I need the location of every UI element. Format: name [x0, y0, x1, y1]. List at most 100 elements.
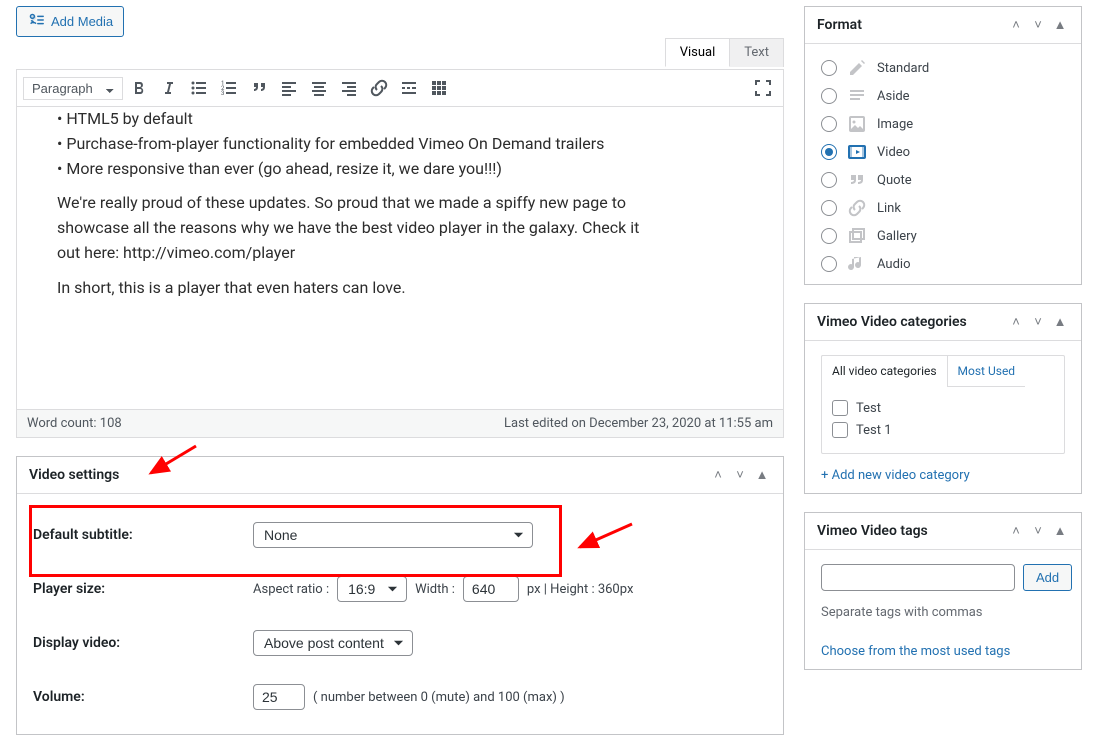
bold-button[interactable]	[125, 74, 153, 102]
category-checkbox[interactable]	[832, 422, 848, 438]
tab-all-categories[interactable]: All video categories	[821, 355, 948, 387]
align-right-button[interactable]	[335, 74, 363, 102]
tab-visual[interactable]: Visual	[665, 38, 731, 67]
panel-move-up-icon[interactable]: ˄	[1007, 523, 1025, 539]
format-label: Quote	[877, 173, 912, 188]
format-label: Audio	[877, 257, 910, 272]
editor-line: • Purchase-from-player functionality for…	[57, 132, 761, 157]
category-checkbox[interactable]	[832, 400, 848, 416]
panel-move-down-icon[interactable]: ˅	[1029, 314, 1047, 330]
tags-input[interactable]	[821, 564, 1015, 591]
numbered-list-button[interactable]: 123	[215, 74, 243, 102]
editor-toolbar: Paragraph 123	[17, 70, 783, 107]
volume-input[interactable]	[253, 684, 305, 710]
video-settings-title: Video settings	[29, 467, 709, 483]
audio-icon	[847, 254, 867, 274]
panel-collapse-icon[interactable]: ▲	[1051, 523, 1069, 539]
italic-button[interactable]	[155, 74, 183, 102]
tab-most-used[interactable]: Most Used	[948, 356, 1026, 387]
panel-move-up-icon[interactable]: ˄	[709, 467, 727, 483]
gallery-icon	[847, 226, 867, 246]
format-option-quote[interactable]: Quote	[821, 170, 1065, 190]
format-option-aside[interactable]: Aside	[821, 86, 1065, 106]
panel-move-up-icon[interactable]: ˄	[1007, 314, 1025, 330]
radio-aside[interactable]	[821, 88, 837, 104]
paragraph-select[interactable]: Paragraph	[23, 77, 123, 100]
panel-move-up-icon[interactable]: ˄	[1007, 17, 1025, 33]
tags-title: Vimeo Video tags	[817, 523, 1007, 539]
format-label: Video	[877, 145, 910, 160]
format-label: Standard	[877, 61, 929, 76]
aspect-ratio-select[interactable]: 16:9	[337, 576, 407, 602]
add-media-button[interactable]: Add Media	[16, 6, 124, 37]
format-label: Link	[877, 201, 901, 216]
radio-gallery[interactable]	[821, 228, 837, 244]
panel-collapse-icon[interactable]: ▲	[1051, 314, 1069, 330]
editor-body[interactable]: • HTML5 by default • Purchase-from-playe…	[17, 107, 783, 409]
panel-collapse-icon[interactable]: ▲	[753, 467, 771, 483]
fullscreen-button[interactable]	[749, 74, 777, 102]
add-category-link[interactable]: + Add new video category	[821, 468, 970, 483]
editor-para: In short, this is a player that even hat…	[57, 276, 761, 301]
video-icon	[847, 142, 867, 162]
last-edited: Last edited on December 23, 2020 at 11:5…	[504, 416, 773, 431]
volume-label: Volume:	[33, 689, 253, 705]
format-title: Format	[817, 17, 1007, 33]
categories-title: Vimeo Video categories	[817, 314, 1007, 330]
toolbar-toggle-button[interactable]	[425, 74, 453, 102]
width-label: Width :	[415, 582, 455, 597]
radio-image[interactable]	[821, 116, 837, 132]
height-text: px | Height : 360px	[527, 582, 634, 597]
editor-line: • More responsive than ever (go ahead, r…	[57, 157, 761, 182]
tab-text[interactable]: Text	[729, 38, 784, 67]
default-subtitle-label: Default subtitle:	[33, 527, 253, 543]
panel-move-down-icon[interactable]: ˅	[731, 467, 749, 483]
radio-audio[interactable]	[821, 256, 837, 272]
radio-link[interactable]	[821, 200, 837, 216]
radio-video[interactable]	[821, 144, 837, 160]
format-label: Aside	[877, 89, 910, 104]
category-label: Test	[856, 401, 881, 416]
image-icon	[847, 114, 867, 134]
quote-icon	[847, 170, 867, 190]
format-label: Image	[877, 117, 913, 132]
format-option-image[interactable]: Image	[821, 114, 1065, 134]
format-option-audio[interactable]: Audio	[821, 254, 1065, 274]
add-media-label: Add Media	[51, 14, 113, 29]
format-option-gallery[interactable]: Gallery	[821, 226, 1065, 246]
svg-text:3: 3	[221, 90, 224, 97]
choose-tags-link[interactable]: Choose from the most used tags	[821, 644, 1010, 659]
category-item[interactable]: Test 1	[832, 419, 1054, 441]
panel-collapse-icon[interactable]: ▲	[1051, 17, 1069, 33]
default-subtitle-select[interactable]: None	[253, 522, 533, 548]
display-video-select[interactable]: Above post content	[253, 630, 413, 656]
player-size-label: Player size:	[33, 581, 253, 597]
standard-icon	[847, 58, 867, 78]
radio-standard[interactable]	[821, 60, 837, 76]
link-button[interactable]	[365, 74, 393, 102]
bullet-list-button[interactable]	[185, 74, 213, 102]
tags-hint: Separate tags with commas	[821, 605, 1065, 620]
align-left-button[interactable]	[275, 74, 303, 102]
align-center-button[interactable]	[305, 74, 333, 102]
add-tag-button[interactable]: Add	[1023, 564, 1072, 591]
display-video-label: Display video:	[33, 635, 253, 651]
format-option-link[interactable]: Link	[821, 198, 1065, 218]
word-count: Word count: 108	[27, 416, 122, 431]
read-more-button[interactable]	[395, 74, 423, 102]
blockquote-button[interactable]	[245, 74, 273, 102]
category-item[interactable]: Test	[832, 397, 1054, 419]
panel-move-down-icon[interactable]: ˅	[1029, 17, 1047, 33]
editor-line: • HTML5 by default	[57, 107, 761, 132]
format-option-standard[interactable]: Standard	[821, 58, 1065, 78]
volume-hint: ( number between 0 (mute) and 100 (max) …	[313, 690, 565, 705]
radio-quote[interactable]	[821, 172, 837, 188]
aside-icon	[847, 86, 867, 106]
panel-move-down-icon[interactable]: ˅	[1029, 523, 1047, 539]
link-icon	[847, 198, 867, 218]
width-input[interactable]	[463, 576, 519, 602]
category-label: Test 1	[856, 423, 892, 438]
format-option-video[interactable]: Video	[821, 142, 1065, 162]
media-icon	[27, 11, 45, 32]
aspect-ratio-label: Aspect ratio :	[253, 582, 329, 597]
